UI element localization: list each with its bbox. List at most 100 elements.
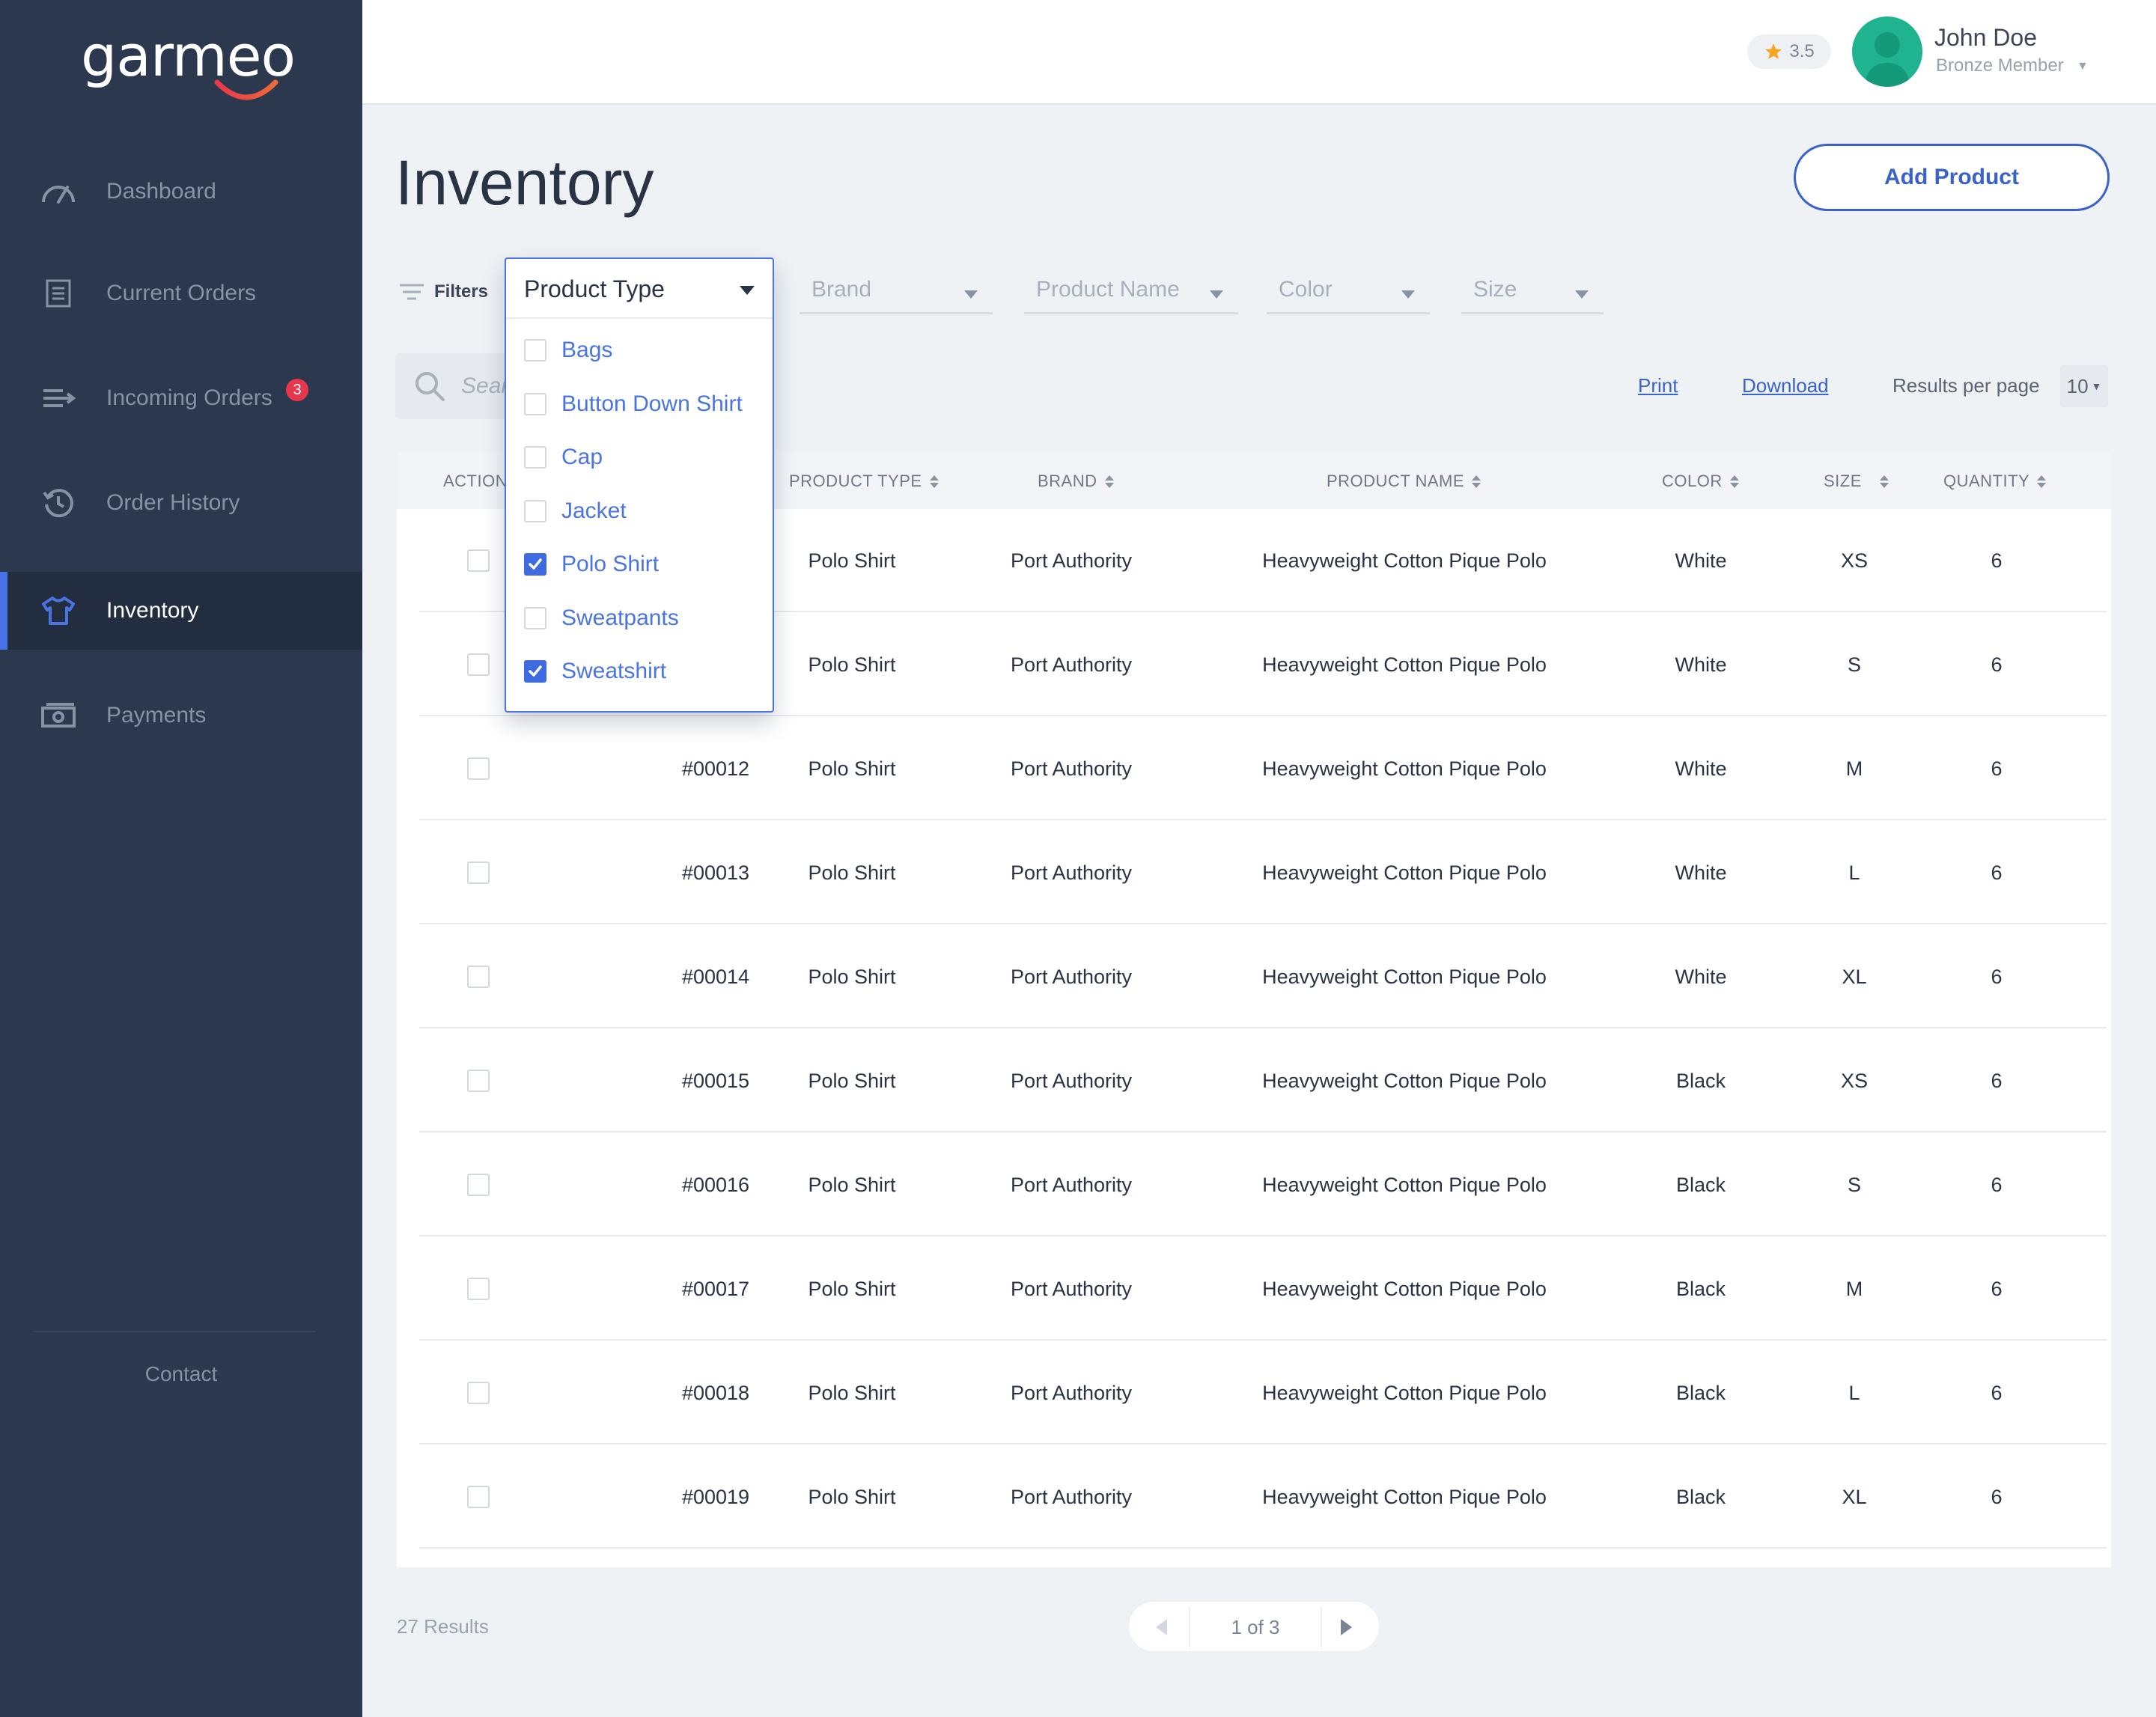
cell-color: Black xyxy=(1675,1070,1726,1092)
row-checkbox[interactable] xyxy=(467,1382,490,1404)
next-page-button[interactable] xyxy=(1321,1606,1373,1648)
checkbox-checked[interactable] xyxy=(524,660,546,683)
row-checkbox[interactable] xyxy=(467,861,490,884)
cell-qty: 6 xyxy=(1991,1278,2003,1300)
sidebar-item-label: Dashboard xyxy=(106,179,216,204)
product-type-option[interactable]: Bags xyxy=(518,328,765,373)
row-checkbox[interactable] xyxy=(467,1278,490,1300)
cell-name: Heavyweight Cotton Pique Polo xyxy=(1262,549,1547,572)
row-checkbox[interactable] xyxy=(467,1486,490,1508)
table-row[interactable]: #00018 Polo Shirt Port Authority Heavyweigh… xyxy=(419,1341,2107,1445)
filters-label[interactable]: Filters xyxy=(400,281,488,302)
column-header-quantity[interactable]: QUANTITY xyxy=(1943,472,2047,491)
user-name[interactable]: John Doe xyxy=(1934,24,2037,52)
cell-qty: 6 xyxy=(1991,1486,2003,1508)
column-header-size[interactable]: SIZE xyxy=(1824,472,1889,491)
row-checkbox[interactable] xyxy=(467,966,490,988)
garmeo-logo[interactable]: garmeo xyxy=(81,22,296,100)
cell-size: XS xyxy=(1840,549,1869,572)
contact-link[interactable]: Contact xyxy=(0,1362,362,1386)
column-header-color[interactable]: COLOR xyxy=(1662,472,1739,491)
page-indicator: 1 of 3 xyxy=(1189,1606,1322,1648)
cell-name: Heavyweight Cotton Pique Polo xyxy=(1262,757,1547,780)
sidebar-item-dashboard[interactable]: Dashboard xyxy=(0,153,362,231)
product-type-option[interactable]: Sweatshirt xyxy=(518,649,765,694)
cell-id: #00019 xyxy=(681,1486,750,1508)
add-product-button[interactable]: Add Product xyxy=(1794,144,2110,211)
product-type-dropdown: Product Type Bags Button Down Shirt Cap Jac… xyxy=(505,257,774,713)
sidebar-item-incoming-orders[interactable]: Incoming Orders 3 xyxy=(0,359,362,437)
cell-name: Heavyweight Cotton Pique Polo xyxy=(1262,966,1547,988)
download-link[interactable]: Download xyxy=(1742,374,1829,397)
avatar[interactable] xyxy=(1852,16,1922,87)
checkbox-unchecked[interactable] xyxy=(524,339,546,362)
product-type-dropdown-toggle[interactable]: Product Type xyxy=(506,259,773,319)
sidebar-item-order-history[interactable]: Order History xyxy=(0,464,362,542)
cell-brand: Port Authority xyxy=(1010,966,1133,988)
sidebar-item-inventory[interactable]: Inventory xyxy=(0,572,362,650)
cell-type: Polo Shirt xyxy=(808,653,896,676)
option-label: Bags xyxy=(561,338,613,362)
row-checkbox[interactable] xyxy=(467,1070,490,1092)
row-checkbox[interactable] xyxy=(467,653,490,676)
product-type-title: Product Type xyxy=(524,275,665,302)
table-row[interactable]: #00014 Polo Shirt Port Authority Heavyweigh… xyxy=(419,925,2107,1028)
column-header-product-name[interactable]: PRODUCT NAME xyxy=(1327,472,1482,491)
chevron-down-icon[interactable]: ▼ xyxy=(2077,60,2089,73)
cell-qty: 6 xyxy=(1991,966,2003,988)
cell-brand: Port Authority xyxy=(1010,861,1133,884)
cell-type: Polo Shirt xyxy=(808,861,896,884)
checkbox-checked[interactable] xyxy=(524,553,546,576)
sidebar-item-current-orders[interactable]: Current Orders xyxy=(0,254,362,332)
cell-id: #00018 xyxy=(681,1382,750,1404)
checkbox-unchecked[interactable] xyxy=(524,393,546,415)
table-row[interactable]: #00019 Polo Shirt Port Authority Heavyweigh… xyxy=(419,1445,2107,1549)
table-row[interactable]: #00012 Polo Shirt Port Authority Heavyweigh… xyxy=(419,717,2107,820)
table-row[interactable]: #00013 Polo Shirt Port Authority Heavyweigh… xyxy=(419,821,2107,924)
product-type-option[interactable]: Jacket xyxy=(518,489,765,534)
cell-qty: 6 xyxy=(1991,549,2003,572)
column-header-brand[interactable]: BRAND xyxy=(1038,472,1114,491)
incoming-orders-badge: 3 xyxy=(286,379,308,401)
cell-name: Heavyweight Cotton Pique Polo xyxy=(1262,1382,1547,1404)
row-checkbox[interactable] xyxy=(467,549,490,572)
brand-filter[interactable]: Brand xyxy=(800,269,993,314)
sidebar-item-payments[interactable]: Payments xyxy=(0,677,362,754)
product-name-filter-label: Product Name xyxy=(1036,277,1180,302)
product-type-option[interactable]: Button Down Shirt xyxy=(518,382,765,427)
cell-id: #00015 xyxy=(681,1070,750,1092)
logo-smile-icon xyxy=(214,79,278,100)
row-checkbox[interactable] xyxy=(467,1174,490,1196)
row-checkbox[interactable] xyxy=(467,757,490,780)
product-name-filter[interactable]: Product Name xyxy=(1024,269,1238,314)
checkbox-unchecked[interactable] xyxy=(524,607,546,629)
results-count: 27 Results xyxy=(397,1615,489,1638)
option-label: Polo Shirt xyxy=(561,552,660,576)
product-type-option[interactable]: Sweatpants xyxy=(518,596,765,641)
print-link[interactable]: Print xyxy=(1638,374,1678,397)
results-per-page-value: 10 xyxy=(2066,374,2089,397)
cell-size: M xyxy=(1845,757,1863,780)
cell-qty: 6 xyxy=(1991,1382,2003,1404)
cell-size: L xyxy=(1848,861,1860,884)
cell-type: Polo Shirt xyxy=(808,1278,896,1300)
filters-text: Filters xyxy=(434,281,489,302)
table-row[interactable]: #00017 Polo Shirt Port Authority Heavyweigh… xyxy=(419,1237,2107,1341)
previous-page-button[interactable] xyxy=(1135,1606,1187,1648)
caret-left-icon xyxy=(1156,1619,1167,1635)
user-tier[interactable]: Bronze Member xyxy=(1936,55,2064,76)
cell-id: #00012 xyxy=(681,757,750,780)
checkbox-unchecked[interactable] xyxy=(524,446,546,469)
cell-id: #00013 xyxy=(681,861,750,884)
cell-color: Black xyxy=(1675,1278,1726,1300)
table-row[interactable]: #00015 Polo Shirt Port Authority Heavyweigh… xyxy=(419,1029,2107,1132)
results-per-page-select[interactable]: 10 ▼ xyxy=(2060,365,2108,407)
product-type-option[interactable]: Polo Shirt xyxy=(518,542,765,587)
product-type-option[interactable]: Cap xyxy=(518,435,765,480)
table-row[interactable]: #00016 Polo Shirt Port Authority Heavyweigh… xyxy=(419,1133,2107,1236)
column-header-product-type[interactable]: PRODUCT TYPE xyxy=(789,472,939,491)
checkbox-unchecked[interactable] xyxy=(524,500,546,522)
cell-qty: 6 xyxy=(1991,1070,2003,1092)
size-filter[interactable]: Size xyxy=(1461,269,1604,314)
color-filter[interactable]: Color xyxy=(1267,269,1430,314)
